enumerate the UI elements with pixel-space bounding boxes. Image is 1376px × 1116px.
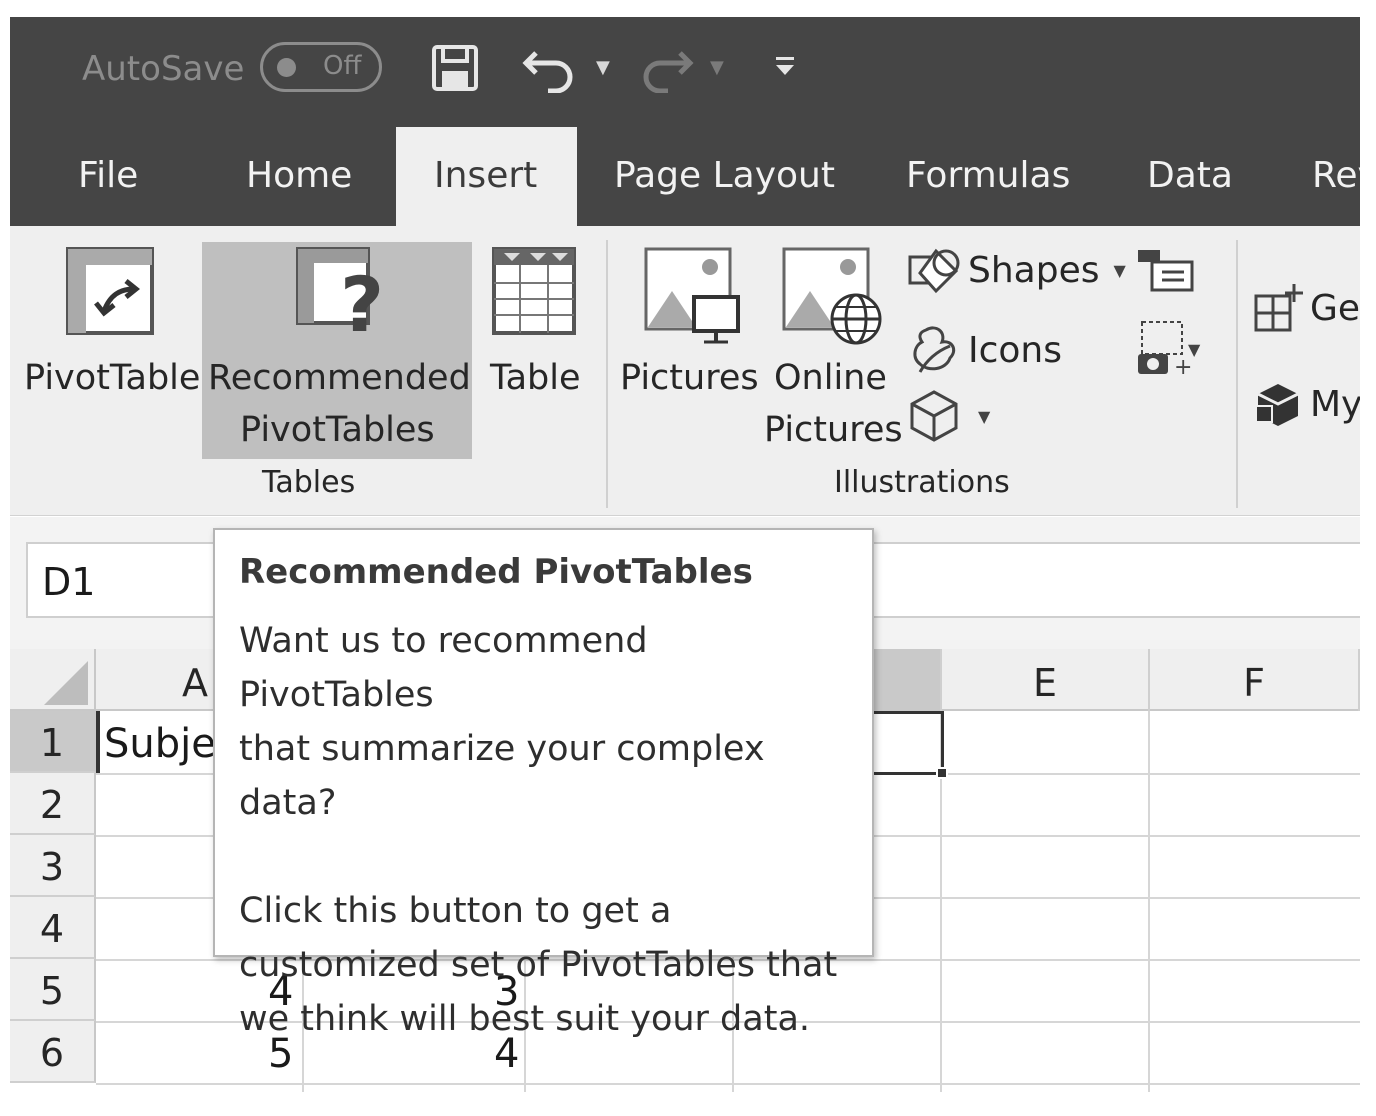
pictures-button[interactable]: Pictures bbox=[616, 242, 759, 442]
online-pictures-icon bbox=[782, 247, 882, 345]
autosave-toggle[interactable]: Off bbox=[260, 42, 382, 92]
table-label: Table bbox=[490, 358, 581, 398]
group-separator bbox=[606, 240, 608, 508]
column-header-f[interactable]: F bbox=[1150, 649, 1360, 711]
excel-window: AutoSave Off ▼ ▼ File Home Insert Page L… bbox=[10, 17, 1360, 1092]
row-header-6[interactable]: 6 bbox=[10, 1021, 96, 1083]
shapes-label: Shapes bbox=[968, 249, 1100, 291]
illustrations-group-label: Illustrations bbox=[834, 465, 1010, 500]
row-header-5[interactable]: 5 bbox=[10, 959, 96, 1021]
autosave-label: AutoSave bbox=[82, 49, 245, 89]
title-bar: AutoSave Off ▼ ▼ bbox=[10, 17, 1360, 125]
recommended-label-line2: PivotTables bbox=[240, 410, 435, 450]
online-pictures-label-line2: Pictures bbox=[764, 410, 903, 450]
ribbon-tabs: File Home Insert Page Layout Formulas Da… bbox=[10, 125, 1360, 226]
row-header-4[interactable]: 4 bbox=[10, 897, 96, 959]
pivottable-button[interactable]: PivotTable bbox=[20, 242, 202, 442]
get-addins-icon bbox=[1254, 284, 1303, 332]
cell-a1-border bbox=[96, 711, 100, 773]
my-addins-icon bbox=[1255, 384, 1299, 426]
row-header-1[interactable]: 1 bbox=[10, 711, 96, 773]
recommended-pivottables-button[interactable]: ? Recommended PivotTables bbox=[202, 242, 472, 459]
tab-insert[interactable]: Insert bbox=[396, 127, 578, 226]
tooltip-paragraph-2: Click this button to get a customized se… bbox=[239, 891, 838, 1039]
online-pictures-button[interactable]: Online Pictures bbox=[764, 242, 903, 459]
screenshot-icon[interactable]: + bbox=[1136, 318, 1192, 382]
row-header-2[interactable]: 2 bbox=[10, 773, 96, 835]
group-separator bbox=[1236, 240, 1238, 508]
tab-review[interactable]: Rev bbox=[1312, 155, 1360, 196]
redo-dropdown-icon[interactable]: ▼ bbox=[710, 57, 724, 78]
icons-label: Icons bbox=[968, 329, 1063, 371]
tab-formulas[interactable]: Formulas bbox=[906, 155, 1070, 196]
tooltip-title: Recommended PivotTables bbox=[239, 552, 753, 592]
row-header-3[interactable]: 3 bbox=[10, 835, 96, 897]
tooltip-paragraph-1: Want us to recommend PivotTables that su… bbox=[239, 621, 765, 823]
column-a-label: A bbox=[182, 661, 208, 705]
autosave-state: Off bbox=[323, 51, 362, 81]
my-addins-label: My bbox=[1310, 383, 1360, 425]
toggle-knob bbox=[277, 58, 296, 77]
formula-input[interactable] bbox=[845, 542, 1360, 618]
get-addins-button[interactable]: Get bbox=[1252, 278, 1360, 338]
insert-ribbon: PivotTable ? Recommended PivotTables Tab… bbox=[10, 226, 1360, 516]
tab-page-layout[interactable]: Page Layout bbox=[614, 155, 835, 196]
pictures-icon bbox=[644, 247, 740, 344]
shapes-icon bbox=[908, 248, 960, 294]
tab-file[interactable]: File bbox=[78, 155, 138, 196]
table-button[interactable]: Table bbox=[480, 242, 588, 442]
customize-qat-icon[interactable] bbox=[774, 55, 796, 81]
select-all-corner[interactable] bbox=[10, 649, 96, 711]
undo-dropdown-icon[interactable]: ▼ bbox=[596, 57, 610, 78]
screenshot-dropdown-icon[interactable]: ▼ bbox=[1188, 340, 1200, 359]
grid-line bbox=[96, 1083, 1360, 1085]
pivottable-icon bbox=[66, 247, 154, 335]
get-addins-label: Get bbox=[1310, 287, 1360, 329]
3d-cube-icon bbox=[910, 390, 958, 442]
recommended-pivottables-icon: ? bbox=[296, 247, 384, 337]
undo-icon[interactable] bbox=[522, 43, 578, 97]
fill-handle[interactable] bbox=[936, 767, 948, 779]
grid-line bbox=[1148, 711, 1150, 1092]
shapes-button[interactable]: Shapes ▼ bbox=[906, 240, 1126, 300]
tab-data[interactable]: Data bbox=[1147, 155, 1233, 196]
svg-text:?: ? bbox=[340, 260, 384, 337]
column-e-label: E bbox=[1032, 661, 1057, 705]
cell-a1[interactable]: Subje bbox=[104, 721, 216, 767]
3d-models-dropdown-icon: ▼ bbox=[978, 406, 991, 426]
3d-models-button[interactable]: ▼ bbox=[906, 386, 990, 446]
column-header-e[interactable]: E bbox=[942, 649, 1150, 711]
icons-button[interactable]: Icons bbox=[906, 320, 1062, 380]
recommended-label-line1: Recommended bbox=[208, 358, 471, 398]
save-icon[interactable] bbox=[430, 43, 480, 97]
column-f-label: F bbox=[1243, 661, 1265, 705]
my-addins-button[interactable]: My bbox=[1254, 374, 1360, 434]
tab-home[interactable]: Home bbox=[246, 155, 352, 196]
shapes-dropdown-icon: ▼ bbox=[1113, 260, 1126, 280]
table-icon bbox=[492, 247, 576, 335]
online-pictures-label-line1: Online bbox=[774, 358, 887, 398]
redo-icon[interactable] bbox=[638, 43, 694, 97]
icons-icon bbox=[913, 326, 956, 373]
recommended-pivottables-tooltip: Recommended PivotTables Want us to recom… bbox=[213, 528, 874, 1039]
smartart-icon[interactable] bbox=[1138, 248, 1194, 296]
tables-group-label: Tables bbox=[262, 465, 356, 500]
pivottable-label: PivotTable bbox=[24, 358, 201, 398]
pictures-label: Pictures bbox=[620, 358, 759, 398]
